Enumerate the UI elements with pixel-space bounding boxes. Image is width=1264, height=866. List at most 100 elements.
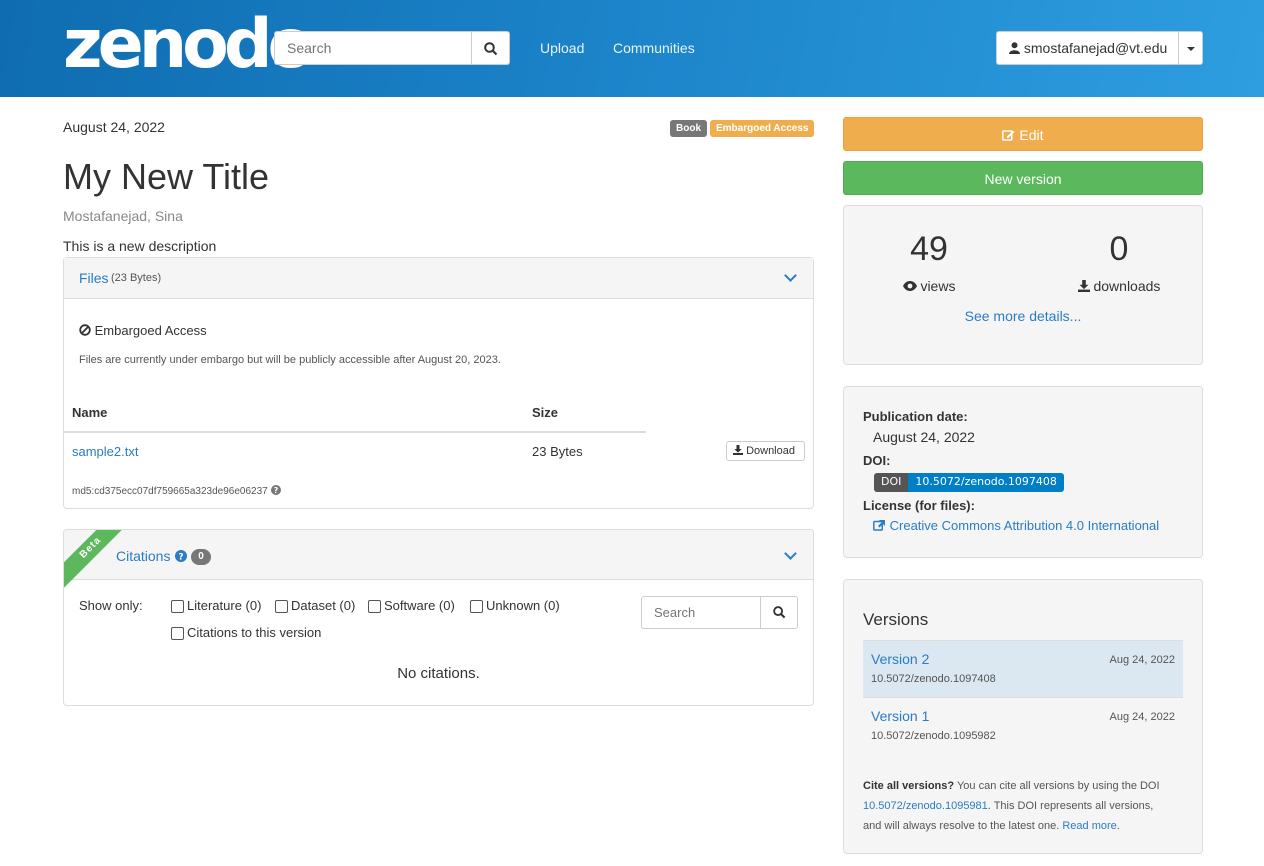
question-circle-icon[interactable]: ?	[270, 485, 281, 495]
read-more-link[interactable]: Read more	[1062, 820, 1116, 832]
version-row[interactable]: Version 1 10.5072/zenodo.1095982 Aug 24,…	[863, 697, 1183, 754]
version-link[interactable]: Version 2	[871, 651, 929, 667]
show-only-label: Show only:	[79, 598, 143, 613]
metadata-panel: Publication date: August 24, 2022 DOI: D…	[843, 386, 1203, 558]
no-citations-text: No citations.	[397, 665, 480, 682]
user-menu-button[interactable]: smostafanejad@vt.edu	[996, 31, 1179, 65]
embargo-title: Embargoed Access	[94, 323, 207, 338]
dataset-label: Dataset (0)	[291, 598, 356, 613]
user-icon	[1009, 42, 1020, 54]
literature-label: Literature (0)	[187, 598, 262, 613]
see-more-details-link[interactable]: See more details...	[844, 308, 1202, 324]
cite-period: .	[1116, 820, 1120, 832]
dataset-checkbox[interactable]	[275, 600, 288, 613]
citations-heading[interactable]: Citations	[116, 548, 170, 564]
record-date: August 24, 2022	[63, 119, 165, 135]
nav-communities-link[interactable]: Communities	[613, 40, 695, 56]
this-version-checkbox[interactable]	[171, 627, 184, 640]
files-col-size: Size	[532, 405, 559, 420]
version-doi: 10.5072/zenodo.1097408	[871, 673, 996, 685]
question-circle-icon[interactable]: ?	[175, 550, 187, 562]
citations-search-input[interactable]	[641, 596, 761, 629]
eye-icon	[902, 281, 917, 291]
cite-text-2: . This DOI represents all versions,	[987, 800, 1154, 812]
version-date: Aug 24, 2022	[1109, 654, 1175, 666]
cite-all-versions-text: Cite all versions? You can cite all vers…	[863, 776, 1183, 836]
ban-icon	[79, 324, 91, 336]
views-text: views	[920, 278, 956, 294]
citations-panel-header[interactable]: Beta Citations ? 0	[64, 530, 813, 594]
md5-text: md5:cd375ecc07df759665a323de96e06237	[72, 486, 268, 497]
doi-badge-prefix: DOI	[874, 473, 909, 492]
software-label: Software (0)	[384, 598, 455, 613]
author-link[interactable]: Mostafanejad, Sina	[63, 208, 183, 224]
search-button[interactable]	[471, 31, 510, 65]
license-link[interactable]: Creative Commons Attribution 4.0 Interna…	[873, 518, 1159, 533]
files-panel-header[interactable]: Files (23 Bytes)	[64, 258, 813, 299]
publication-date-value: August 24, 2022	[873, 429, 975, 445]
software-checkbox[interactable]	[368, 600, 381, 613]
citations-search-button[interactable]	[760, 596, 798, 629]
concept-doi-link[interactable]: 10.5072/zenodo.1095981	[863, 800, 988, 812]
citations-count-badge: 0	[191, 549, 211, 565]
download-icon	[733, 445, 743, 455]
search-icon	[484, 42, 498, 56]
new-version-button[interactable]: New version	[843, 161, 1203, 195]
citations-panel: Beta Citations ? 0 Show only: Literature…	[63, 529, 814, 706]
download-label: Download	[746, 445, 795, 457]
views-count: 49	[910, 230, 948, 268]
publication-date-label: Publication date:	[863, 409, 968, 424]
top-navbar: zenodo Upload Communities smostafanejad@…	[0, 0, 1264, 97]
doi-label: DOI:	[863, 453, 891, 468]
cite-text-3: and will always resolve to the latest on…	[863, 820, 1060, 832]
download-button[interactable]: Download	[726, 441, 805, 461]
version-doi: 10.5072/zenodo.1095982	[871, 730, 996, 742]
files-col-name: Name	[72, 405, 108, 420]
chevron-down-icon[interactable]	[784, 547, 797, 560]
stats-panel: 49 views 0 downloads See more details...	[843, 205, 1203, 365]
resource-type-badge: Book	[670, 120, 707, 137]
user-menu-toggle[interactable]	[1178, 31, 1203, 65]
literature-checkbox[interactable]	[171, 600, 184, 613]
versions-panel: Versions Version 2 10.5072/zenodo.109740…	[843, 579, 1203, 854]
embargo-text: Files are currently under embargo but wi…	[79, 354, 501, 366]
svg-text:?: ?	[178, 553, 183, 563]
file-link[interactable]: sample2.txt	[72, 444, 138, 459]
file-md5: md5:cd375ecc07df759665a323de96e06237 ?	[72, 485, 281, 497]
file-size: 23 Bytes	[532, 444, 583, 459]
edit-button[interactable]: Edit	[843, 117, 1203, 151]
access-badge: Embargoed Access	[710, 120, 815, 137]
this-version-label: Citations to this version	[187, 625, 322, 640]
record-title: My New Title	[63, 156, 270, 197]
license-label: License (for files):	[863, 498, 975, 513]
versions-heading: Versions	[863, 610, 929, 629]
cite-all-bold: Cite all versions?	[863, 780, 955, 792]
files-panel: Files (23 Bytes) Embargoed Access Files …	[63, 257, 814, 509]
files-heading[interactable]: Files	[79, 270, 109, 286]
chevron-down-icon[interactable]	[784, 269, 797, 282]
unknown-checkbox[interactable]	[470, 600, 483, 613]
cite-text-1: You can cite all versions by using the D…	[956, 780, 1160, 792]
embargo-heading: Embargoed Access	[79, 323, 207, 338]
files-size-note: (23 Bytes)	[111, 272, 162, 284]
search-input[interactable]	[274, 31, 472, 65]
version-date: Aug 24, 2022	[1109, 711, 1175, 723]
table-header-divider	[64, 431, 646, 433]
version-row-selected[interactable]: Version 2 10.5072/zenodo.1097408 Aug 24,…	[863, 640, 1183, 697]
license-value: Creative Commons Attribution 4.0 Interna…	[889, 518, 1160, 533]
search-icon	[773, 606, 786, 619]
doi-badge[interactable]: DOI 10.5072/zenodo.1097408	[874, 473, 1064, 492]
doi-badge-value: 10.5072/zenodo.1097408	[908, 473, 1064, 492]
record-description: This is a new description	[63, 238, 217, 254]
zenodo-logo[interactable]: zenodo	[63, 10, 314, 80]
edit-label: Edit	[1019, 127, 1044, 143]
downloads-label: downloads	[1054, 278, 1184, 294]
version-link[interactable]: Version 1	[871, 708, 929, 724]
nav-upload-link[interactable]: Upload	[540, 40, 584, 56]
svg-text:?: ?	[273, 486, 278, 495]
views-label: views	[864, 278, 994, 294]
user-email: smostafanejad@vt.edu	[1023, 40, 1168, 56]
edit-icon	[1002, 130, 1015, 141]
downloads-count: 0	[1109, 230, 1129, 268]
external-link-icon	[873, 520, 885, 531]
